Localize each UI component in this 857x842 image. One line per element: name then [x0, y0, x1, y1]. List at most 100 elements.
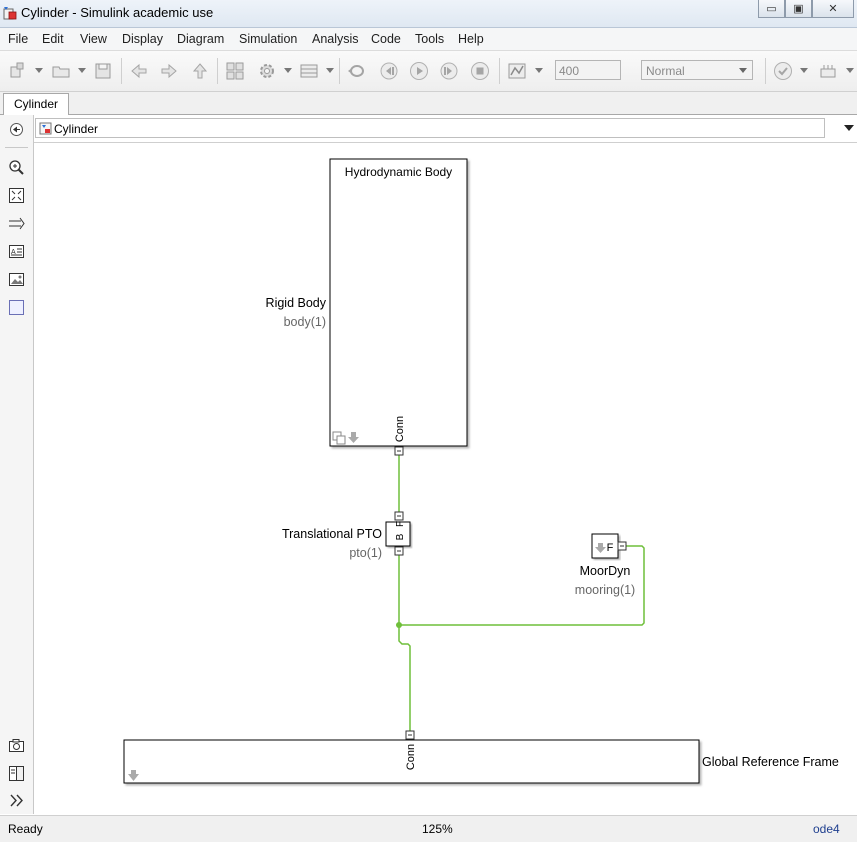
hide-explorer-button[interactable]: [8, 121, 25, 138]
record-signals-icon: [508, 63, 526, 79]
zoom-button[interactable]: [8, 159, 25, 176]
moordyn-block[interactable]: F: [591, 533, 627, 559]
new-model-dropdown-icon[interactable]: [35, 68, 43, 73]
library-browser-button[interactable]: [225, 61, 245, 81]
model-browser-icon: [9, 766, 24, 781]
folder-icon: [52, 66, 70, 78]
close-button[interactable]: ✕: [812, 0, 854, 18]
fit-to-view-button[interactable]: [8, 187, 25, 204]
pto-bottom-port[interactable]: [394, 546, 404, 556]
save-button[interactable]: [93, 61, 113, 81]
palette-separator: [5, 147, 28, 148]
minimize-icon: ▭: [766, 3, 777, 15]
toolbar-separator: [339, 58, 340, 84]
menu-help[interactable]: Help: [458, 32, 484, 46]
library-browser-icon: [226, 62, 244, 80]
step-back-icon: [380, 62, 398, 80]
junction-to-ground-line[interactable]: [398, 625, 411, 733]
hydrodynamic-body-block[interactable]: Hydrodynamic Body Conn: [329, 158, 468, 456]
expand-palette-button[interactable]: [8, 792, 25, 809]
annotation-icon: A: [9, 245, 24, 258]
run-button[interactable]: [409, 61, 429, 81]
up-to-parent-button[interactable]: [190, 61, 210, 81]
hydro-conn-port[interactable]: [394, 446, 404, 456]
simulation-mode-value: Normal: [646, 64, 685, 78]
area-button[interactable]: [8, 299, 25, 316]
menu-diagram[interactable]: Diagram: [177, 32, 224, 46]
model-browser-button[interactable]: [8, 765, 25, 782]
build-dropdown-icon[interactable]: [846, 68, 854, 73]
forward-button[interactable]: [159, 61, 179, 81]
explorer-dropdown-icon[interactable]: [326, 68, 334, 73]
status-text: Ready: [8, 822, 43, 836]
menu-simulation[interactable]: Simulation: [239, 32, 297, 46]
window-title: Cylinder - Simulink academic use: [21, 5, 214, 20]
simulation-mode-select[interactable]: Normal: [641, 60, 753, 80]
build-icon: [820, 65, 836, 78]
toolbar-separator: [765, 58, 766, 84]
stop-time-input[interactable]: 400: [555, 60, 621, 80]
menu-edit[interactable]: Edit: [42, 32, 64, 46]
model-settings-button[interactable]: [257, 61, 277, 81]
translational-pto-label: Translational PTO: [282, 527, 382, 541]
open-model-button[interactable]: [51, 61, 71, 81]
annotation-button[interactable]: A: [8, 243, 25, 260]
diagram-canvas[interactable]: Hydrodynamic Body Conn Rigid Body body(1…: [34, 143, 857, 814]
pto-port-b-label: B: [395, 533, 406, 540]
menu-code[interactable]: Code: [371, 32, 401, 46]
step-back-config-button[interactable]: [346, 61, 366, 81]
maximize-icon: ▣: [793, 3, 804, 15]
step-forward-button[interactable]: [439, 61, 459, 81]
menu-file[interactable]: File: [8, 32, 28, 46]
hide-explorer-icon: [10, 123, 23, 136]
settings-dropdown-icon[interactable]: [284, 68, 292, 73]
maximize-button[interactable]: ▣: [785, 0, 812, 18]
menu-display[interactable]: Display: [122, 32, 163, 46]
checkmark-icon: [774, 62, 792, 80]
menu-tools[interactable]: Tools: [415, 32, 444, 46]
moordyn-port[interactable]: [617, 541, 627, 551]
step-forward-icon: [440, 62, 458, 80]
toolbar-separator: [217, 58, 218, 84]
pto-top-port[interactable]: [394, 511, 404, 521]
ground-conn-port-label: Conn: [405, 744, 417, 770]
model-explorer-button[interactable]: [299, 61, 319, 81]
toolbar: 400 Normal: [0, 51, 857, 92]
fit-to-view-icon: [9, 188, 24, 203]
toolbar-separator: [499, 58, 500, 84]
new-model-button[interactable]: [8, 61, 28, 81]
chevron-down-icon: [739, 68, 747, 73]
screenshot-button[interactable]: [8, 737, 25, 754]
translational-pto-block[interactable]: F B: [385, 511, 411, 556]
step-back-button[interactable]: [379, 61, 399, 81]
record-button[interactable]: [507, 61, 527, 81]
global-reference-frame-block[interactable]: Conn: [123, 730, 700, 784]
record-dropdown-icon[interactable]: [535, 68, 543, 73]
solver-link[interactable]: ode4: [813, 822, 840, 836]
stop-button[interactable]: [470, 61, 490, 81]
global-reference-frame-label: Global Reference Frame: [702, 755, 839, 769]
breadcrumb[interactable]: Cylinder: [35, 118, 825, 138]
camera-icon: [9, 739, 24, 752]
moordyn-label: MoorDyn: [580, 564, 631, 578]
arrow-right-icon: [161, 63, 177, 79]
model-tab-strip: Cylinder: [0, 92, 857, 115]
image-button[interactable]: [8, 271, 25, 288]
pto-port-f-label: F: [395, 521, 406, 527]
advisor-dropdown-icon[interactable]: [800, 68, 808, 73]
menu-view[interactable]: View: [80, 32, 107, 46]
canvas-palette: A: [0, 115, 34, 814]
open-dropdown-icon[interactable]: [78, 68, 86, 73]
model-advisor-button[interactable]: [773, 61, 793, 81]
build-button[interactable]: [818, 61, 838, 81]
tab-cylinder[interactable]: Cylinder: [3, 93, 70, 115]
double-chevron-right-icon: [10, 794, 23, 807]
ground-conn-port[interactable]: [405, 730, 415, 740]
menu-bar: File Edit View Display Diagram Simulatio…: [0, 28, 857, 51]
menu-analysis[interactable]: Analysis: [312, 32, 359, 46]
address-dropdown-icon[interactable]: [844, 125, 854, 131]
minimize-button[interactable]: ▭: [758, 0, 785, 18]
back-button[interactable]: [129, 61, 149, 81]
breadcrumb-path: Cylinder: [54, 122, 99, 136]
route-lines-button[interactable]: [8, 215, 25, 232]
